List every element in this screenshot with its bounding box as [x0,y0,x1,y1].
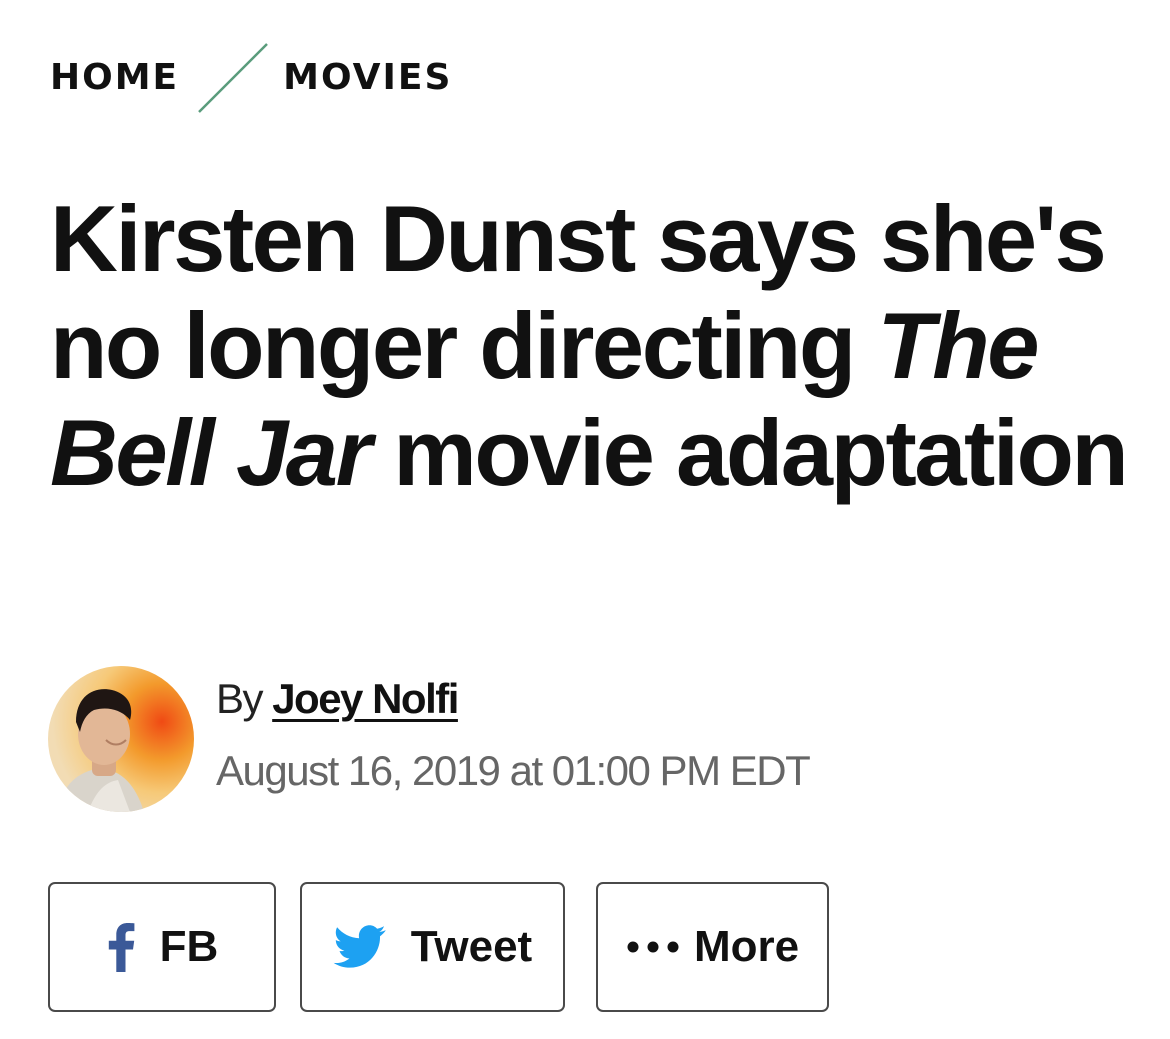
author-link[interactable]: Joey Nolfi [272,675,459,722]
twitter-bird-icon [333,925,387,969]
article-headline: Kirsten Dunst says she's no longer direc… [50,185,1130,506]
byline-prefix: By [216,675,264,722]
share-facebook-label: FB [159,922,219,971]
breadcrumb-home-link[interactable]: HOME [50,60,179,96]
share-facebook-button[interactable]: FB [48,882,276,1012]
byline: By Joey Nolfi [216,675,459,722]
ellipsis-icon [626,940,680,954]
share-twitter-button[interactable]: Tweet [300,882,565,1012]
share-more-button[interactable]: More [596,882,829,1012]
author-avatar[interactable] [48,666,194,812]
share-more-label: More [693,922,800,971]
breadcrumb-separator [198,43,269,113]
breadcrumb-movies-link[interactable]: MOVIES [283,60,452,96]
publish-date: August 16, 2019 at 01:00 PM EDT [216,747,811,794]
facebook-icon [106,922,136,972]
breadcrumb: HOME MOVIES [50,40,452,116]
share-twitter-label: Tweet [410,922,533,971]
headline-text-end: movie adaptation [369,400,1129,505]
